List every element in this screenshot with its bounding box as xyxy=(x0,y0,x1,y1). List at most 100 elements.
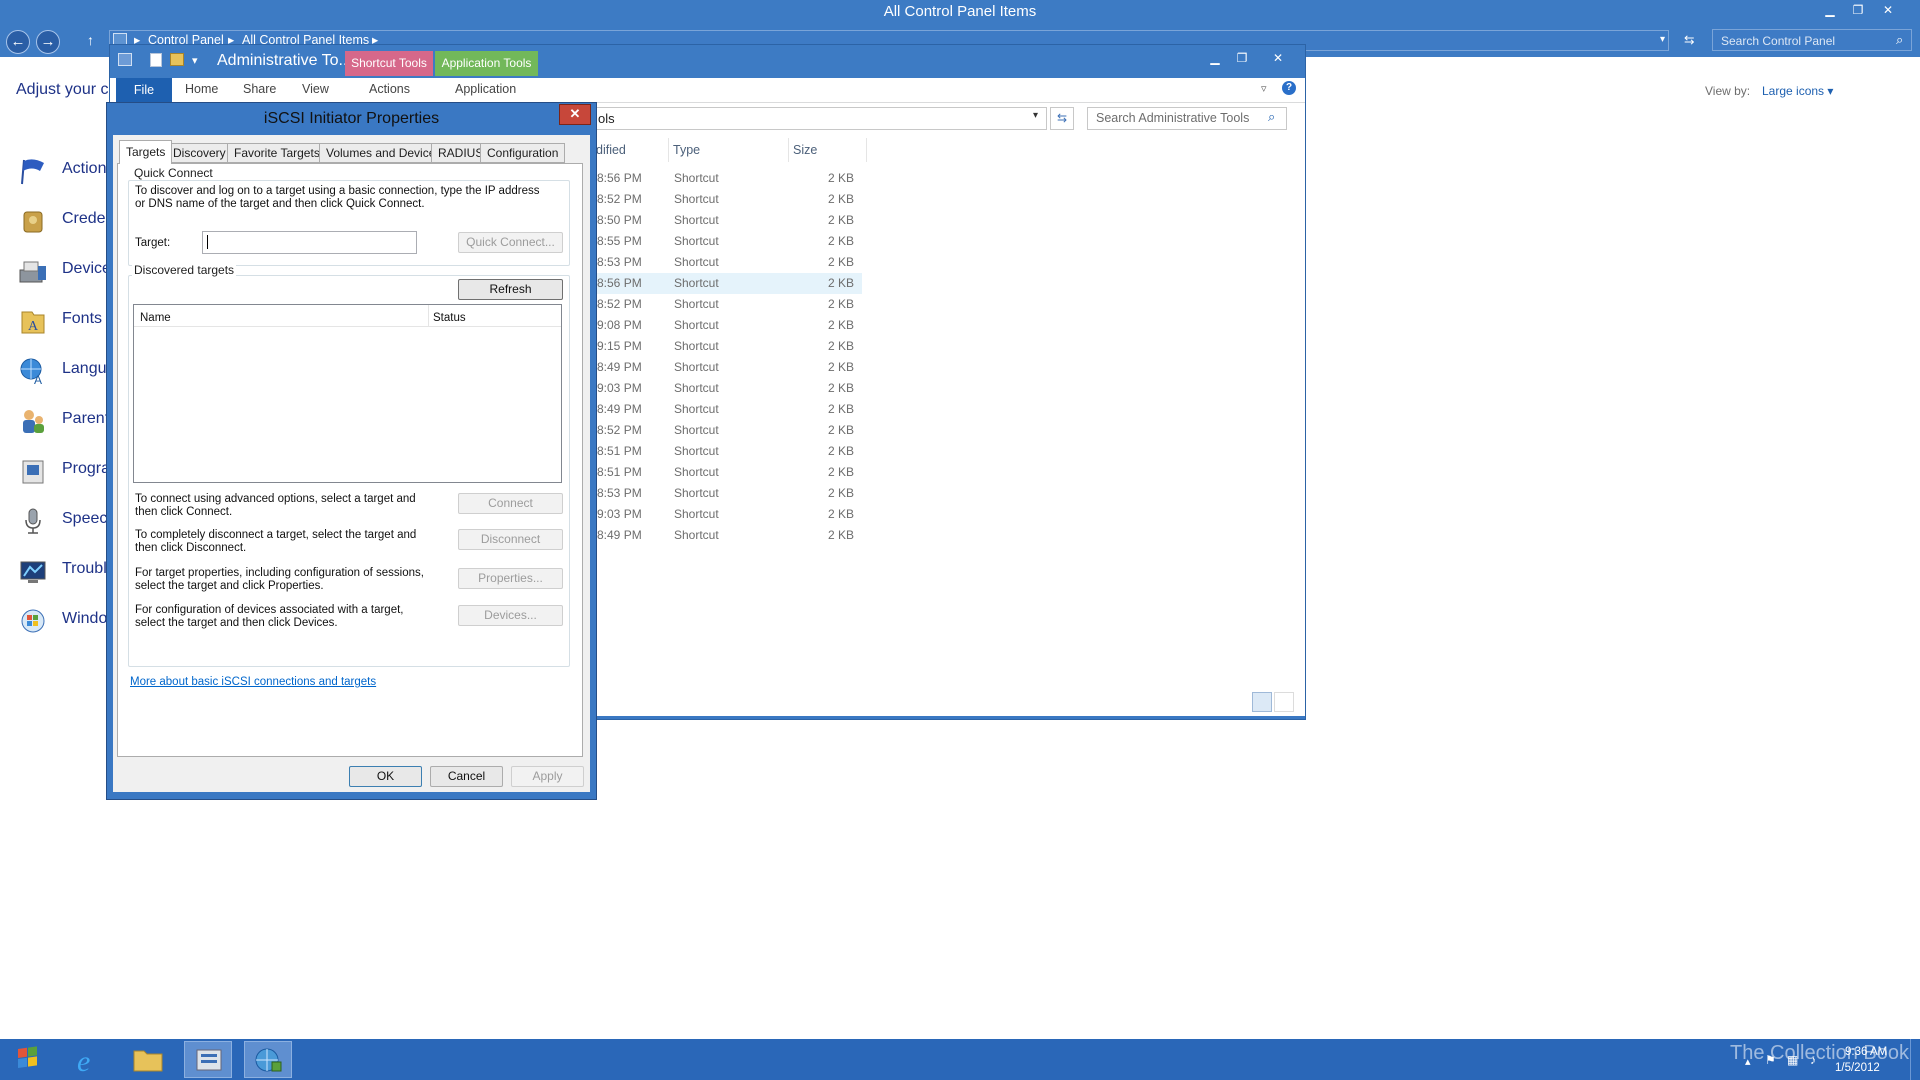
dialog-close-button[interactable]: ✕ xyxy=(559,104,591,125)
file-row[interactable]: 9:08 PM Shortcut 2 KB xyxy=(595,315,862,336)
column-divider[interactable] xyxy=(788,138,789,162)
help-link[interactable]: More about basic iSCSI connections and t… xyxy=(130,676,376,688)
large-icons-view-icon[interactable] xyxy=(1274,692,1294,712)
minimize-button[interactable]: ▁ xyxy=(1820,2,1840,18)
flag-icon[interactable]: ⚑ xyxy=(1765,1053,1776,1067)
admin-search-input[interactable]: Search Administrative Tools xyxy=(1087,107,1287,130)
close-button[interactable]: ✕ xyxy=(1878,2,1898,18)
up-arrow-icon[interactable]: ↑ xyxy=(87,32,94,48)
discovered-targets-list[interactable] xyxy=(133,304,562,483)
volume-icon[interactable]: ♪ xyxy=(1810,1053,1816,1067)
server-manager-icon[interactable] xyxy=(184,1041,232,1078)
row-type: Shortcut xyxy=(674,402,719,416)
row-size: 2 KB xyxy=(827,528,854,542)
file-row[interactable]: 8:49 PM Shortcut 2 KB xyxy=(595,399,862,420)
file-row[interactable]: 8:51 PM Shortcut 2 KB xyxy=(595,441,862,462)
connect-description: To connect using advanced options, selec… xyxy=(135,493,416,518)
devices-printers-icon xyxy=(18,256,48,286)
file-row[interactable]: 8:56 PM Shortcut 2 KB xyxy=(595,273,862,294)
ribbon-tab-share[interactable]: Share xyxy=(243,82,276,96)
file-row[interactable]: 9:03 PM Shortcut 2 KB xyxy=(595,504,862,525)
customize-toolbar-icon[interactable]: ▾ xyxy=(192,54,198,67)
column-type[interactable]: Type xyxy=(673,143,700,157)
tab-favorite-targets[interactable]: Favorite Targets xyxy=(227,143,327,163)
ribbon-tab-application[interactable]: Application xyxy=(455,82,516,96)
control-panel-search-input[interactable]: Search Control Panel xyxy=(1712,29,1912,51)
admin-address-dropdown-icon[interactable]: ▾ xyxy=(1033,110,1038,121)
column-divider[interactable] xyxy=(428,305,429,327)
row-type: Shortcut xyxy=(674,507,719,521)
ok-button[interactable]: OK xyxy=(349,766,422,787)
details-view-icon[interactable] xyxy=(1252,692,1272,712)
file-row[interactable]: 8:50 PM Shortcut 2 KB xyxy=(595,210,862,231)
properties-button[interactable]: Properties... xyxy=(458,568,563,589)
view-by-label: View by: xyxy=(1705,84,1751,98)
clock-time[interactable]: 9:36 AM xyxy=(1845,1046,1887,1058)
help-icon[interactable]: ? xyxy=(1282,81,1296,95)
file-row[interactable]: 8:52 PM Shortcut 2 KB xyxy=(595,189,862,210)
file-row[interactable]: 8:53 PM Shortcut 2 KB xyxy=(595,252,862,273)
file-row[interactable]: 8:52 PM Shortcut 2 KB xyxy=(595,294,862,315)
admin-minimize-button[interactable]: ▁ xyxy=(1205,50,1225,66)
devices-button[interactable]: Devices... xyxy=(458,605,563,626)
column-status[interactable]: Status xyxy=(433,312,466,325)
application-tools-context-tab[interactable]: Application Tools xyxy=(435,51,538,76)
file-explorer-icon[interactable] xyxy=(124,1041,172,1078)
show-desktop-button[interactable] xyxy=(1910,1039,1920,1080)
network-icon[interactable]: ▦ xyxy=(1787,1053,1798,1067)
file-row[interactable]: 8:56 PM Shortcut 2 KB xyxy=(595,168,862,189)
internet-explorer-icon[interactable]: e xyxy=(64,1041,112,1078)
column-divider[interactable] xyxy=(866,138,867,162)
admin-maximize-button[interactable]: ❐ xyxy=(1232,50,1252,66)
column-size[interactable]: Size xyxy=(793,143,817,157)
tab-targets[interactable]: Targets xyxy=(119,140,173,164)
shortcut-tools-context-tab[interactable]: Shortcut Tools xyxy=(345,51,433,76)
file-row[interactable]: 8:55 PM Shortcut 2 KB xyxy=(595,231,862,252)
disconnect-button[interactable]: Disconnect xyxy=(458,529,563,550)
iscsi-initiator-icon[interactable] xyxy=(244,1041,292,1078)
ribbon-tab-actions[interactable]: Actions xyxy=(369,82,410,96)
ribbon-tab-view[interactable]: View xyxy=(302,82,329,96)
admin-search-icon[interactable]: ⌕ xyxy=(1268,109,1275,125)
quick-connect-button[interactable]: Quick Connect... xyxy=(458,232,563,253)
admin-refresh-icon[interactable]: ⇆ xyxy=(1050,107,1074,130)
start-button[interactable] xyxy=(4,1041,52,1078)
ribbon-tab-home[interactable]: Home xyxy=(185,82,218,96)
row-modified: 8:49 PM xyxy=(597,360,642,374)
column-divider[interactable] xyxy=(668,138,669,162)
file-row[interactable]: 8:51 PM Shortcut 2 KB xyxy=(595,462,862,483)
tab-volumes-devices[interactable]: Volumes and Devices xyxy=(319,143,449,163)
refresh-icon[interactable]: ⇆ xyxy=(1684,32,1694,48)
admin-address-bar[interactable]: ols xyxy=(593,107,1047,130)
file-row[interactable]: 8:53 PM Shortcut 2 KB xyxy=(595,483,862,504)
view-by-dropdown[interactable]: Large icons ▾ xyxy=(1762,84,1833,98)
show-hidden-icons-icon[interactable]: ▴ xyxy=(1745,1055,1751,1068)
column-name[interactable]: Name xyxy=(140,312,171,325)
new-folder-quick-access-icon[interactable] xyxy=(170,53,184,66)
svg-text:A: A xyxy=(34,373,42,386)
file-row[interactable]: 9:15 PM Shortcut 2 KB xyxy=(595,336,862,357)
connect-button[interactable]: Connect xyxy=(458,493,563,514)
ribbon-tab-file[interactable]: File xyxy=(116,78,172,103)
column-date-modified[interactable]: dified xyxy=(596,143,626,157)
admin-close-button[interactable]: ✕ xyxy=(1268,50,1288,66)
ribbon-expand-icon[interactable]: ▿ xyxy=(1261,82,1267,95)
properties-quick-access-icon[interactable] xyxy=(150,53,162,67)
cancel-button[interactable]: Cancel xyxy=(430,766,503,787)
file-row[interactable]: 8:49 PM Shortcut 2 KB xyxy=(595,357,862,378)
search-icon[interactable]: ⌕ xyxy=(1896,32,1903,48)
back-button[interactable]: ← xyxy=(6,30,30,54)
file-row[interactable]: 9:03 PM Shortcut 2 KB xyxy=(595,378,862,399)
file-row[interactable]: 8:52 PM Shortcut 2 KB xyxy=(595,420,862,441)
forward-button[interactable]: → xyxy=(36,30,60,54)
tab-discovery[interactable]: Discovery xyxy=(166,143,233,163)
clock-date[interactable]: 1/5/2012 xyxy=(1835,1062,1880,1074)
restore-button[interactable]: ❐ xyxy=(1848,2,1868,18)
tab-configuration[interactable]: Configuration xyxy=(480,143,566,163)
apply-button[interactable]: Apply xyxy=(511,766,584,787)
file-row[interactable]: 8:49 PM Shortcut 2 KB xyxy=(595,525,862,546)
target-input[interactable] xyxy=(202,231,417,254)
address-dropdown-icon[interactable]: ▾ xyxy=(1660,32,1665,48)
row-type: Shortcut xyxy=(674,213,719,227)
refresh-button[interactable]: Refresh xyxy=(458,279,563,300)
